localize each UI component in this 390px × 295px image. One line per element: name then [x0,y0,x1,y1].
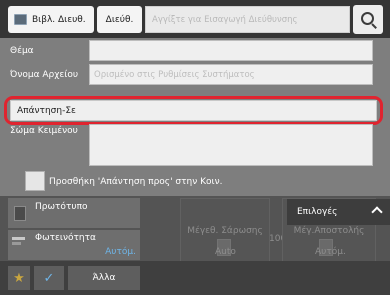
star-icon: ★ [13,270,25,286]
scan-size-label: Μέγεθ. Σάρωσης [187,226,263,236]
file-name-placeholder: Ορισμένο στις Ρυθμίσεις Συστήματος [94,69,255,80]
file-name-field[interactable]: Ορισμένο στις Ρυθμίσεις Συστήματος [89,64,373,85]
original-button[interactable]: Πρωτότυπο [8,198,140,228]
favorite-button[interactable]: ★ [8,266,30,290]
address-button[interactable]: Διεύθ. [97,6,142,33]
checkmark-icon: ✓ [43,270,55,286]
subject-field[interactable] [89,40,373,61]
document-icon [14,206,26,221]
body-label: Σώμα Κειμένου [10,126,78,136]
message-form: Θέμα Όνομα Αρχείου Ορισμένο στις Ρυθμίσε… [0,38,390,196]
search-button[interactable] [353,5,383,34]
options-label: Επιλογές [297,207,338,217]
chevron-up-icon [371,206,383,218]
search-icon-handle [371,23,377,29]
confirm-button[interactable]: ✓ [34,266,64,290]
options-button[interactable]: Επιλογές [287,199,390,225]
send-size-value: Αυτόμ. [315,247,346,257]
original-label: Πρωτότυπο [35,202,88,212]
email-send-screen: Βιβλ. Διευθ. Διεύθ. Αγγίξτε για Εισαγωγή… [0,0,390,295]
cc-checkbox-label: Προσθήκη 'Απάντηση προς' στην Κοιν. [49,177,223,187]
file-name-label: Όνομα Αρχείου [10,70,79,80]
address-bar: Βιβλ. Διευθ. Διεύθ. Αγγίξτε για Εισαγωγή… [0,0,390,38]
address-book-icon [14,14,27,25]
address-input[interactable]: Αγγίξτε για Εισαγωγή Διεύθυνσης [145,6,350,33]
scan-size-value: Auto [215,247,236,257]
scan-size-button[interactable]: Μέγεθ. Σάρωσης Auto A4 [180,198,270,270]
subject-label: Θέμα [10,46,34,56]
send-size-label: Μέγ.Αποστολής [293,226,365,236]
address-book-button[interactable]: Βιβλ. Διευθ. [8,6,94,33]
reply-to-highlight [4,96,383,125]
exposure-icon [12,237,25,245]
exposure-button[interactable]: Φωτεινότητα Αυτόμ. [8,230,140,260]
action-bar: ★ ✓ Άλλα [0,261,390,295]
exposure-label: Φωτεινότητα [35,233,96,243]
cc-checkbox[interactable] [25,171,45,191]
address-book-label: Βιβλ. Διευθ. [32,14,86,25]
exposure-value: Αυτόμ. [105,247,136,257]
body-field[interactable] [89,124,373,166]
more-button[interactable]: Άλλα [68,266,140,290]
